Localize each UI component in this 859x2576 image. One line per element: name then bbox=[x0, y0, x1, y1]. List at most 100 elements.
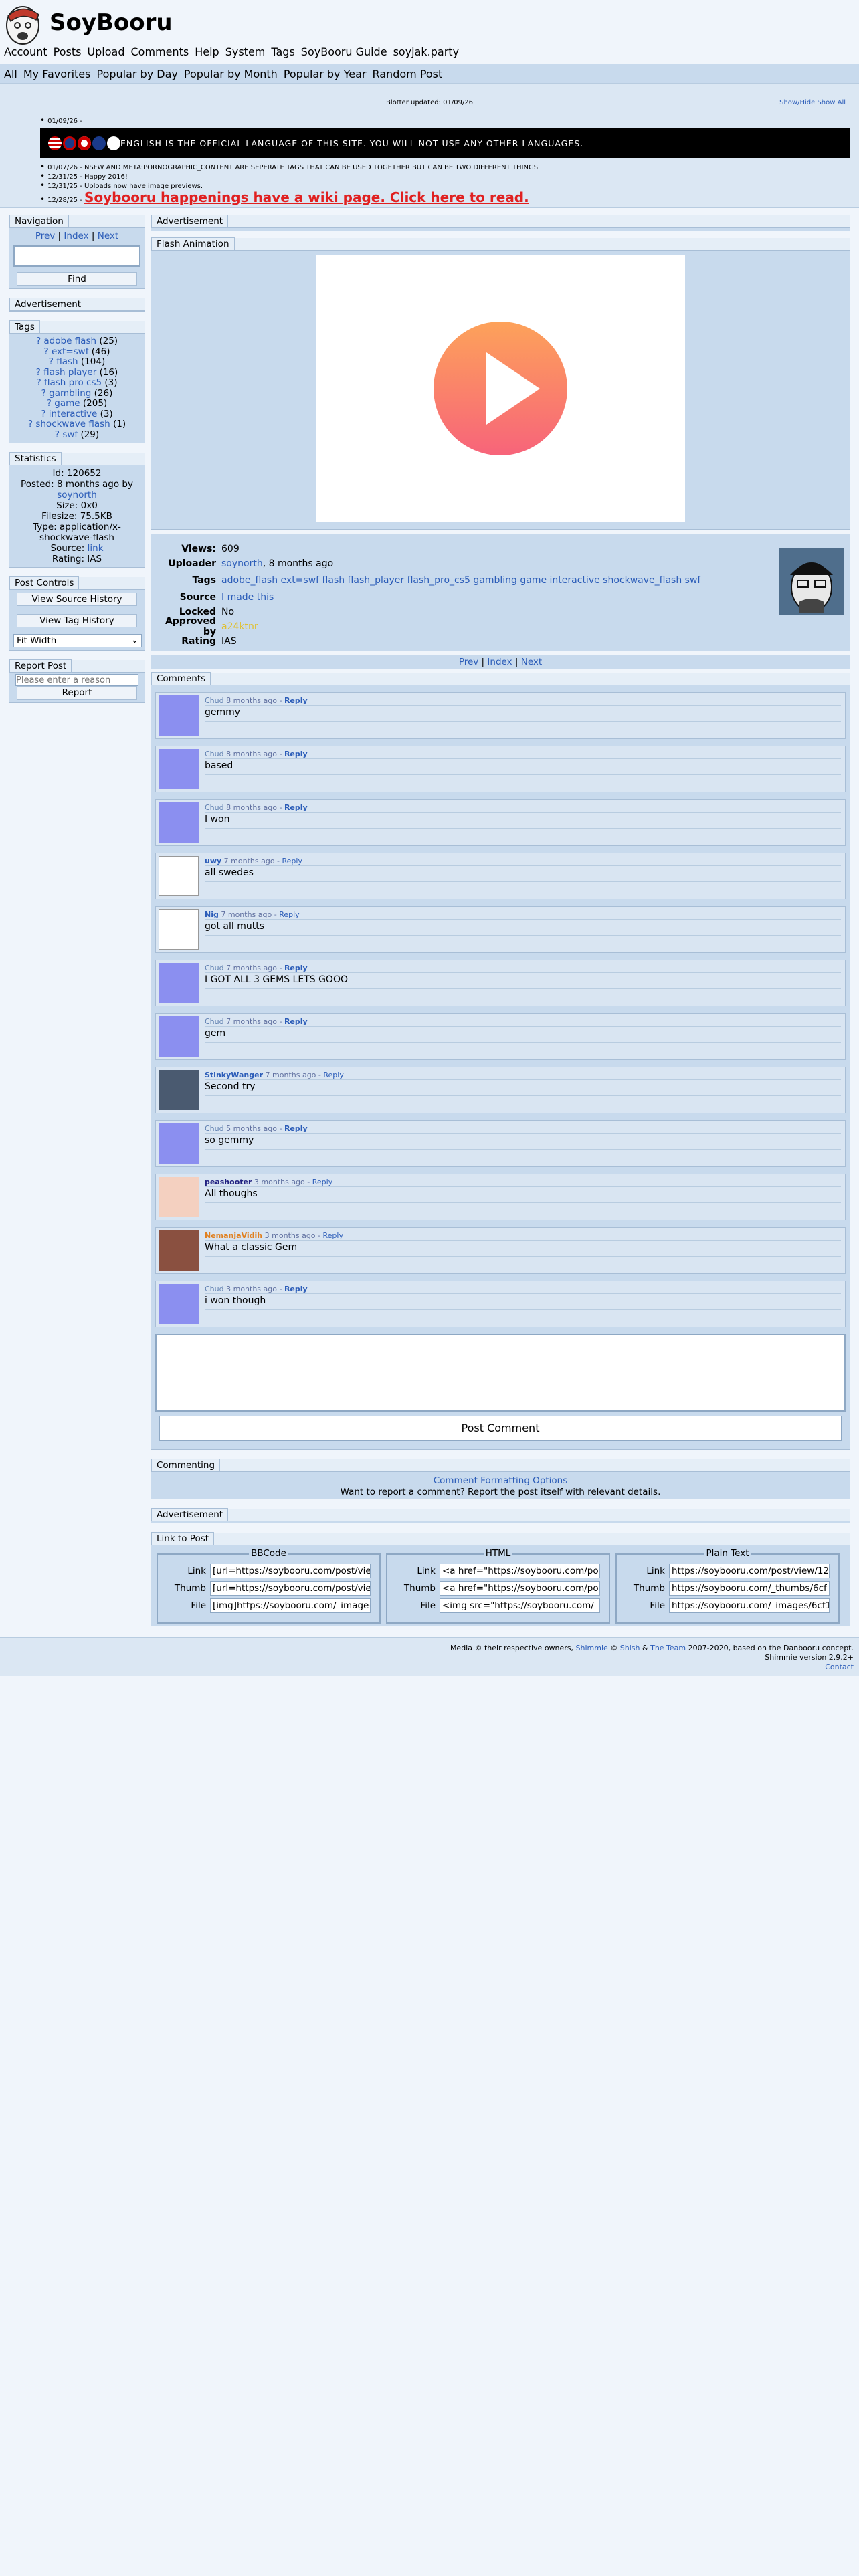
tag-help-link[interactable]: ? bbox=[49, 356, 54, 367]
wiki-link[interactable]: Soybooru happenings have a wiki page. Cl… bbox=[84, 189, 529, 205]
nav-soyjak-party[interactable]: soyjak.party bbox=[393, 45, 459, 58]
nav-comments[interactable]: Comments bbox=[130, 45, 189, 58]
comment-avatar[interactable] bbox=[159, 963, 199, 1003]
reply-link[interactable]: Reply bbox=[284, 964, 308, 972]
subnav-random[interactable]: Random Post bbox=[372, 68, 442, 80]
tag-link[interactable]: game bbox=[54, 398, 80, 409]
comment-avatar[interactable] bbox=[159, 1070, 199, 1110]
fit-select[interactable]: Fit Width ⌄ bbox=[13, 634, 142, 647]
shimmie-link[interactable]: Shimmie bbox=[576, 1644, 608, 1652]
comment-author[interactable]: StinkyWanger bbox=[205, 1071, 263, 1079]
html-thumb-field[interactable]: <a href="https://soybooru.com/po bbox=[440, 1581, 600, 1596]
html-link-field[interactable]: <a href="https://soybooru.com/po bbox=[440, 1564, 600, 1578]
nav-posts[interactable]: Posts bbox=[54, 45, 82, 58]
subnav-popular-year[interactable]: Popular by Year bbox=[284, 68, 367, 80]
reply-link[interactable]: Reply bbox=[323, 1231, 343, 1240]
comment-avatar[interactable] bbox=[159, 1016, 199, 1057]
tag-help-link[interactable]: ? bbox=[37, 377, 41, 388]
source-link[interactable]: link bbox=[88, 543, 104, 554]
comment-author[interactable]: Chud bbox=[205, 1124, 224, 1133]
prev-link[interactable]: Prev bbox=[459, 657, 478, 667]
plain-file-field[interactable]: https://soybooru.com/_images/6cf1 bbox=[669, 1598, 830, 1613]
tag-help-link[interactable]: ? bbox=[36, 336, 41, 346]
comment-author[interactable]: NemanjaVidih bbox=[205, 1231, 262, 1240]
report-reason-input[interactable] bbox=[15, 674, 138, 686]
bbcode-link-field[interactable]: [url=https://soybooru.com/post/vie bbox=[210, 1564, 371, 1578]
soyjak-logo[interactable] bbox=[3, 3, 45, 47]
uploader-avatar[interactable] bbox=[779, 548, 844, 615]
shish-link[interactable]: Shish bbox=[620, 1644, 640, 1652]
reply-link[interactable]: Reply bbox=[284, 803, 308, 812]
comment-avatar[interactable] bbox=[159, 1230, 199, 1271]
comment-avatar[interactable] bbox=[159, 1123, 199, 1164]
bbcode-file-field[interactable]: [img]https://soybooru.com/_image- bbox=[210, 1598, 371, 1613]
reply-link[interactable]: Reply bbox=[284, 1017, 308, 1026]
tag-link[interactable]: adobe flash bbox=[43, 336, 96, 346]
subnav-popular-month[interactable]: Popular by Month bbox=[184, 68, 278, 80]
nav-upload[interactable]: Upload bbox=[87, 45, 124, 58]
nav-tags[interactable]: Tags bbox=[271, 45, 294, 58]
report-button[interactable]: Report bbox=[17, 686, 137, 700]
comment-author[interactable]: Nig bbox=[205, 910, 219, 919]
tag-help-link[interactable]: ? bbox=[28, 419, 33, 429]
subnav-favorites[interactable]: My Favorites bbox=[23, 68, 91, 80]
next-link[interactable]: Next bbox=[98, 231, 118, 241]
reply-link[interactable]: Reply bbox=[279, 910, 299, 919]
tags-value[interactable]: adobe_flash ext=swf flash flash_player f… bbox=[221, 575, 700, 586]
comment-avatar[interactable] bbox=[159, 856, 199, 896]
nav-guide[interactable]: SoyBooru Guide bbox=[301, 45, 387, 58]
reply-link[interactable]: Reply bbox=[282, 857, 302, 865]
subnav-popular-day[interactable]: Popular by Day bbox=[96, 68, 177, 80]
tag-help-link[interactable]: ? bbox=[41, 388, 46, 399]
reply-link[interactable]: Reply bbox=[284, 696, 308, 705]
tag-link[interactable]: swf bbox=[62, 429, 78, 440]
comment-author[interactable]: Chud bbox=[205, 1017, 224, 1026]
tag-help-link[interactable]: ? bbox=[41, 409, 45, 419]
tag-help-link[interactable]: ? bbox=[44, 346, 49, 357]
approver-link[interactable]: a24ktnr bbox=[221, 621, 258, 632]
formatting-options-link[interactable]: Comment Formatting Options bbox=[434, 1475, 568, 1486]
search-input[interactable] bbox=[13, 245, 140, 267]
comment-avatar[interactable] bbox=[159, 909, 199, 950]
comment-avatar[interactable] bbox=[159, 749, 199, 789]
comment-textarea[interactable] bbox=[155, 1334, 846, 1412]
reply-link[interactable]: Reply bbox=[284, 1285, 308, 1293]
reply-link[interactable]: Reply bbox=[284, 750, 308, 758]
comment-avatar[interactable] bbox=[159, 802, 199, 843]
flash-player[interactable] bbox=[316, 255, 685, 522]
find-button[interactable]: Find bbox=[17, 272, 137, 286]
index-link[interactable]: Index bbox=[487, 657, 512, 667]
next-link[interactable]: Next bbox=[521, 657, 542, 667]
contact-link[interactable]: Contact bbox=[825, 1662, 854, 1671]
subnav-all[interactable]: All bbox=[4, 68, 17, 80]
tag-link[interactable]: ext=swf bbox=[52, 346, 89, 357]
nav-help[interactable]: Help bbox=[195, 45, 219, 58]
comment-avatar[interactable] bbox=[159, 695, 199, 736]
tag-link[interactable]: interactive bbox=[49, 409, 98, 419]
tag-link[interactable]: flash player bbox=[43, 367, 96, 378]
nav-account[interactable]: Account bbox=[4, 45, 47, 58]
comment-author[interactable]: Chud bbox=[205, 964, 224, 972]
poster-link[interactable]: soynorth bbox=[57, 490, 97, 500]
comment-author[interactable]: peashooter bbox=[205, 1178, 252, 1186]
blotter-toggle-link[interactable]: Show/Hide Show All bbox=[779, 99, 846, 106]
tag-link[interactable]: gambling bbox=[49, 388, 91, 399]
plain-thumb-field[interactable]: https://soybooru.com/_thumbs/6cf bbox=[669, 1581, 830, 1596]
comment-author[interactable]: Chud bbox=[205, 750, 224, 758]
nav-system[interactable]: System bbox=[225, 45, 266, 58]
comment-avatar[interactable] bbox=[159, 1177, 199, 1217]
view-tag-history-button[interactable]: View Tag History bbox=[17, 614, 137, 627]
tag-link[interactable]: flash pro cs5 bbox=[44, 377, 102, 388]
reply-link[interactable]: Reply bbox=[312, 1178, 332, 1186]
comment-author[interactable]: Chud bbox=[205, 1285, 224, 1293]
tag-help-link[interactable]: ? bbox=[47, 398, 52, 409]
plain-link-field[interactable]: https://soybooru.com/post/view/12 bbox=[669, 1564, 830, 1578]
comment-avatar[interactable] bbox=[159, 1284, 199, 1324]
site-title[interactable]: SoyBooru bbox=[50, 9, 173, 36]
bbcode-thumb-field[interactable]: [url=https://soybooru.com/post/vie bbox=[210, 1581, 371, 1596]
tag-help-link[interactable]: ? bbox=[55, 429, 60, 440]
comment-author[interactable]: uwy bbox=[205, 857, 221, 865]
uploader-link[interactable]: soynorth bbox=[221, 558, 263, 569]
view-source-history-button[interactable]: View Source History bbox=[17, 593, 137, 606]
prev-link[interactable]: Prev bbox=[35, 231, 55, 241]
